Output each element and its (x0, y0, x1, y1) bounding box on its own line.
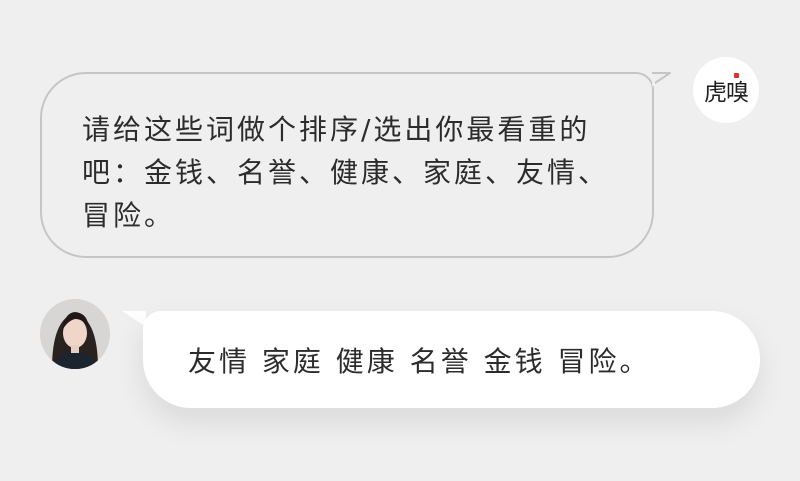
logo-accent-dot (734, 73, 739, 78)
question-bubble-tail (652, 72, 671, 86)
answer-bubble: 友情 家庭 健康 名誉 金钱 冒险。 (143, 311, 760, 408)
huxiu-logo-icon: 虎嗅 (693, 57, 759, 123)
question-bubble: 请给这些词做个排序/选出你最看重的吧：金钱、名誉、健康、家庭、友情、冒险。 (40, 72, 654, 258)
logo-text: 虎嗅 (704, 80, 749, 106)
user-avatar (40, 299, 110, 369)
answer-text: 友情 家庭 健康 名誉 金钱 冒险。 (188, 344, 651, 378)
question-text: 请给这些词做个排序/选出你最看重的吧：金钱、名誉、健康、家庭、友情、冒险。 (82, 113, 610, 232)
user-avatar-photo (40, 299, 110, 369)
